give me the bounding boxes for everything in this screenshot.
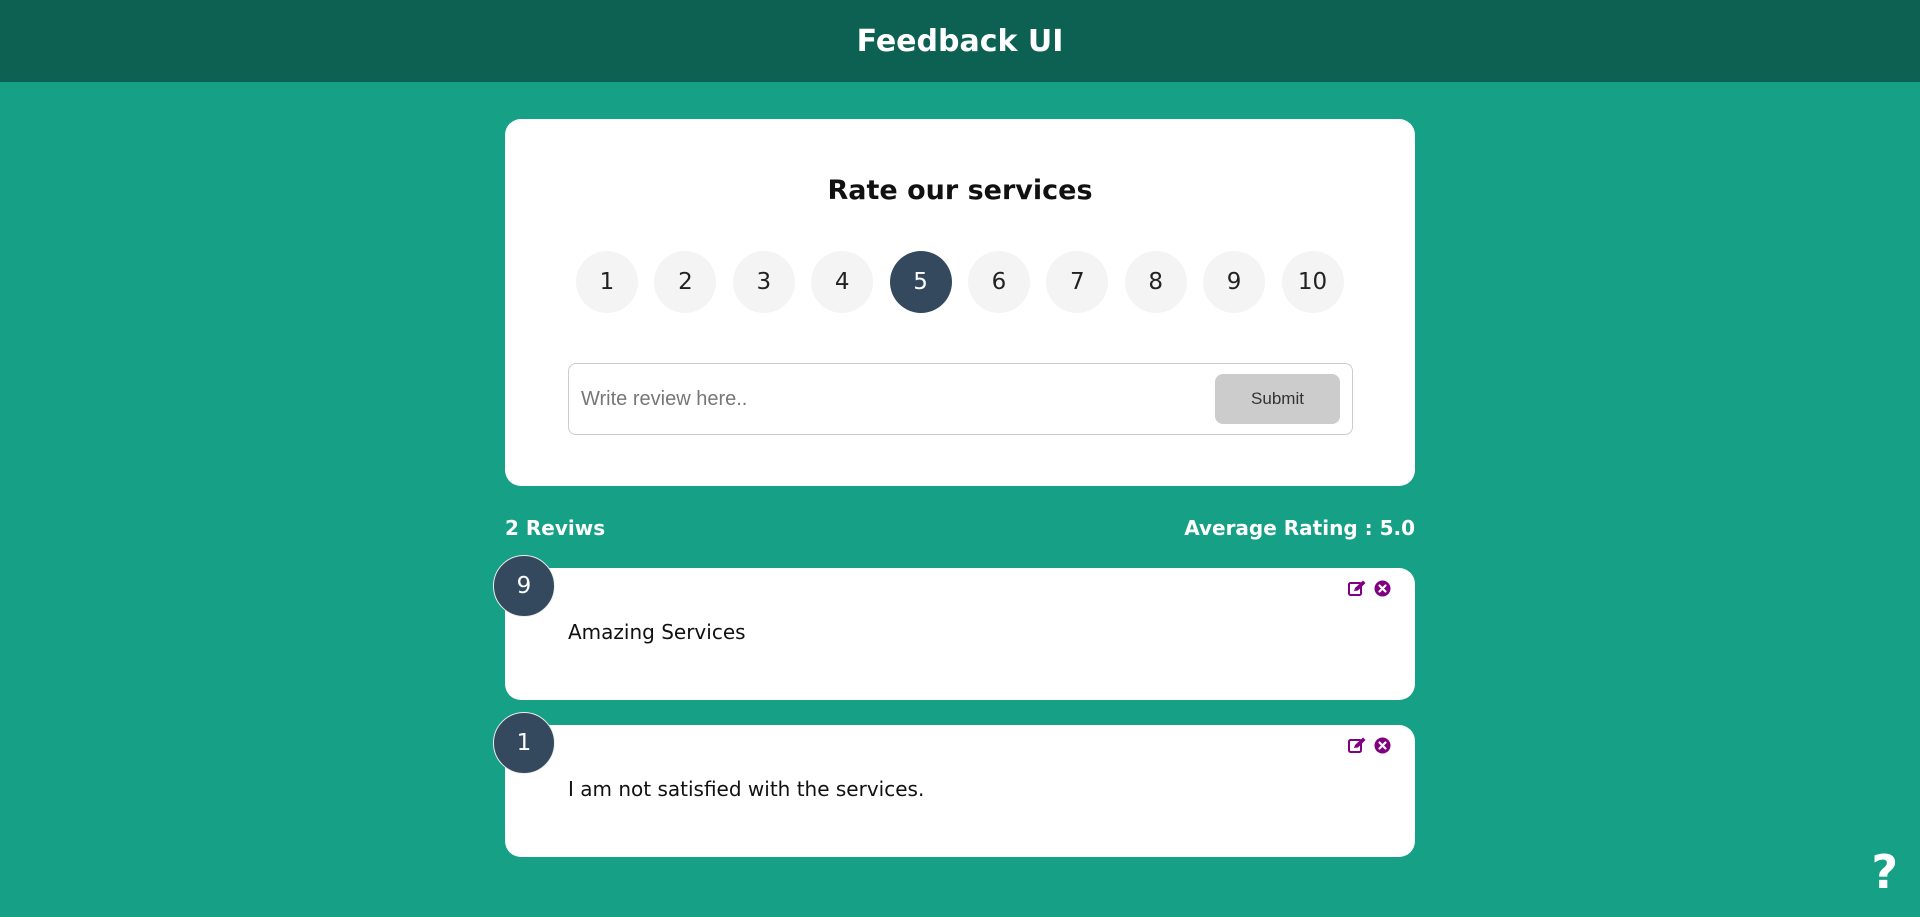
help-icon[interactable]: ? [1871,845,1898,899]
rating-option-8[interactable]: 8 [1124,251,1187,313]
edit-icon[interactable] [1348,737,1366,754]
review-rating-badge: 9 [493,555,555,617]
rating-option-7[interactable]: 7 [1046,251,1109,313]
feedback-card: Rate our services 1 2 3 4 5 6 7 8 9 10 S… [505,119,1415,486]
review-text: I am not satisfied with the services. [568,777,925,801]
delete-icon[interactable] [1374,580,1391,597]
rating-option-1[interactable]: 1 [576,251,638,313]
review-stats: 2 Reviws Average Rating : 5.0 [505,516,1415,540]
rating-option-10[interactable]: 10 [1281,251,1344,313]
edit-icon[interactable] [1348,580,1366,597]
submit-button[interactable]: Submit [1215,374,1340,424]
review-text: Amazing Services [568,620,746,644]
delete-icon[interactable] [1374,737,1391,754]
app-header: Feedback UI [0,0,1920,82]
form-heading: Rate our services [827,175,1093,206]
review-rating-badge: 1 [493,712,555,774]
review-item: 1 I am not satisfied with the services. [493,712,1415,857]
rating-option-4[interactable]: 4 [811,251,874,313]
review-input[interactable] [581,379,1215,419]
review-count: 2 Reviws [505,516,606,540]
review-actions [1348,737,1391,754]
review-item: 9 Amazing Services [493,555,1415,700]
rating-option-5[interactable]: 5 [889,251,952,313]
review-actions [1348,580,1391,597]
rating-option-2[interactable]: 2 [654,251,717,313]
app-title: Feedback UI [856,23,1064,59]
review-input-group: Submit [568,363,1353,435]
rating-option-9[interactable]: 9 [1203,251,1266,313]
rating-options: 1 2 3 4 5 6 7 8 9 10 [576,251,1344,313]
average-rating: Average Rating : 5.0 [1184,516,1415,540]
rating-option-3[interactable]: 3 [732,251,795,313]
rating-option-6[interactable]: 6 [967,251,1030,313]
